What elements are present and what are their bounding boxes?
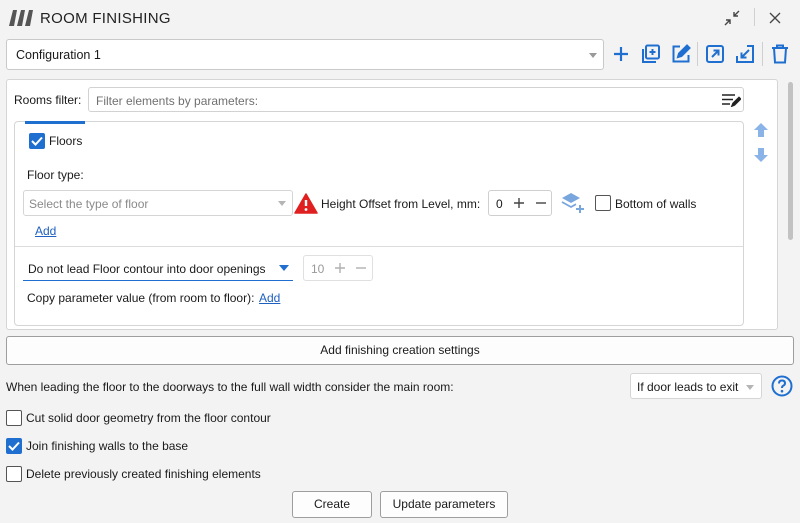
window-title: ROOM FINISHING — [40, 10, 171, 27]
duplicate-icon[interactable] — [639, 42, 663, 66]
add-floor-type-link[interactable]: Add — [35, 224, 56, 238]
chevron-down-icon — [589, 53, 597, 58]
floors-label: Floors — [49, 134, 83, 148]
toolbar-divider — [762, 42, 763, 66]
bottom-of-walls-label: Bottom of walls — [615, 197, 697, 211]
check-icon — [31, 136, 43, 146]
contour-option-select[interactable]: Do not lead Floor contour into door open… — [23, 255, 293, 281]
chevron-down-icon — [279, 265, 289, 271]
rooms-filter-placeholder: Filter elements by parameters: — [96, 94, 259, 108]
logo-icon — [9, 10, 33, 26]
floor-type-select[interactable]: Select the type of floor — [23, 190, 293, 216]
delete-icon[interactable] — [768, 42, 792, 66]
configuration-value: Configuration 1 — [16, 48, 101, 62]
increment-icon[interactable] — [513, 197, 525, 209]
copy-param-label: Copy parameter value (from room to floor… — [27, 291, 255, 305]
cut-door-geometry-label: Cut solid door geometry from the floor c… — [26, 411, 271, 425]
decrement-icon[interactable] — [355, 262, 367, 274]
bottom-of-walls-checkbox[interactable] — [595, 195, 611, 211]
card-accent — [25, 121, 85, 124]
layers-add-icon[interactable] — [561, 191, 585, 215]
height-offset-value: 0 — [496, 197, 503, 211]
join-walls-label: Join finishing walls to the base — [26, 439, 189, 453]
cut-door-geometry-checkbox[interactable] — [6, 410, 22, 426]
title-divider — [754, 8, 755, 26]
update-parameters-button[interactable]: Update parameters — [380, 491, 508, 518]
filter-edit-icon[interactable] — [721, 93, 741, 107]
contour-value-stepper[interactable]: 10 — [303, 255, 373, 281]
edit-icon[interactable] — [669, 42, 693, 66]
copy-param-add-link[interactable]: Add — [259, 291, 280, 305]
join-walls-checkbox[interactable] — [6, 438, 22, 454]
move-up-icon[interactable] — [753, 122, 769, 138]
card-divider — [15, 246, 743, 247]
floors-checkbox[interactable] — [29, 133, 45, 149]
import-icon[interactable] — [733, 42, 757, 66]
create-button-label: Create — [313, 497, 351, 511]
configuration-select[interactable]: Configuration 1 — [6, 39, 604, 70]
warning-icon — [294, 193, 318, 214]
main-room-value: If door leads to exit — [637, 380, 739, 394]
collapse-icon[interactable] — [720, 6, 744, 30]
update-parameters-label: Update parameters — [392, 497, 496, 511]
add-finishing-settings-button[interactable]: Add finishing creation settings — [6, 336, 794, 365]
close-icon[interactable] — [763, 6, 787, 30]
contour-value: 10 — [311, 262, 325, 276]
plus-icon[interactable] — [609, 42, 633, 66]
decrement-icon[interactable] — [535, 197, 547, 209]
floor-type-label: Floor type: — [27, 168, 84, 182]
scrollbar-thumb[interactable] — [788, 82, 793, 240]
chevron-down-icon — [746, 385, 754, 390]
check-icon — [8, 441, 20, 451]
help-icon[interactable] — [771, 375, 793, 397]
chevron-down-icon — [278, 201, 286, 206]
main-room-select[interactable]: If door leads to exit — [630, 373, 762, 399]
create-button[interactable]: Create — [292, 491, 372, 518]
rooms-filter-label: Rooms filter: — [14, 93, 82, 107]
move-down-icon[interactable] — [753, 147, 769, 163]
export-icon[interactable] — [703, 42, 727, 66]
height-offset-stepper[interactable]: 0 — [488, 190, 552, 216]
increment-icon[interactable] — [334, 262, 346, 274]
delete-previous-checkbox[interactable] — [6, 466, 22, 482]
add-finishing-settings-label: Add finishing creation settings — [320, 343, 480, 357]
contour-option-value: Do not lead Floor contour into door open… — [28, 262, 266, 276]
height-offset-label: Height Offset from Level, mm: — [321, 197, 481, 211]
main-room-label: When leading the floor to the doorways t… — [6, 380, 454, 394]
rooms-filter-input[interactable]: Filter elements by parameters: — [88, 87, 744, 112]
delete-previous-label: Delete previously created finishing elem… — [26, 467, 261, 481]
floor-type-placeholder: Select the type of floor — [29, 197, 149, 211]
toolbar-divider — [697, 42, 698, 66]
